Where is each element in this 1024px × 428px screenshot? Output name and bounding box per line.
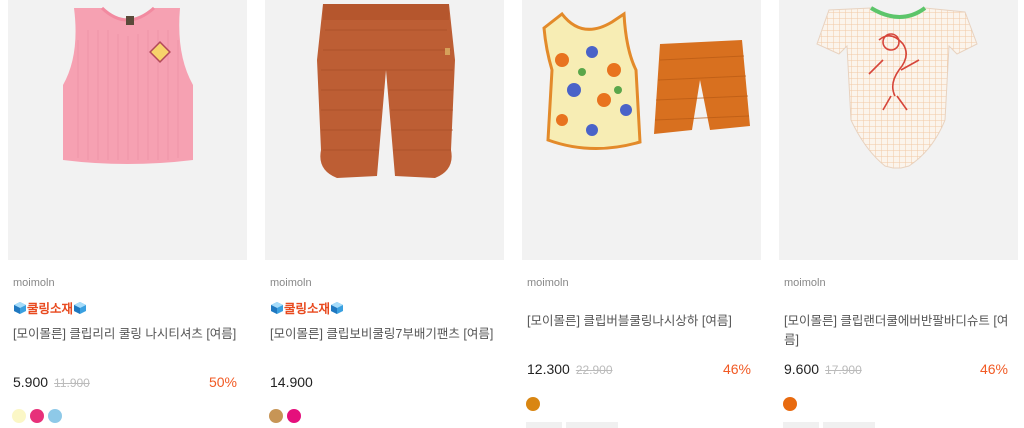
- color-swatch-tan[interactable]: [269, 409, 283, 423]
- cube-icon: [330, 301, 344, 318]
- product-image[interactable]: [8, 0, 247, 260]
- color-swatches: [783, 397, 797, 411]
- badge-label: 쿨링소재: [27, 302, 74, 316]
- patterned-top-and-shorts-set-image: [542, 11, 750, 150]
- price: 12.300 22.900: [527, 361, 613, 377]
- brown-jogger-pants-image: [317, 4, 455, 178]
- price: 5.900 11.900: [13, 374, 90, 390]
- color-swatch-orange[interactable]: [783, 397, 797, 411]
- cube-icon: [73, 301, 87, 318]
- color-swatches: [269, 409, 301, 423]
- extra-option-box: [566, 422, 618, 428]
- product-title[interactable]: [모이몰른] 클립버블쿨링나시상하 [여름]: [527, 312, 759, 331]
- brand-name: moimoln: [13, 277, 55, 289]
- product-image[interactable]: [265, 0, 504, 260]
- sale-price: 5.900: [13, 374, 49, 390]
- product-title[interactable]: [모이몰른] 클립리리 쿨링 나시티셔츠 [여름]: [13, 325, 245, 344]
- brand-name: moimoln: [784, 277, 826, 289]
- brand-name: moimoln: [527, 277, 569, 289]
- badge-label: 쿨링소재: [284, 302, 331, 316]
- price: 14.900: [270, 374, 313, 390]
- brand-name: moimoln: [270, 277, 312, 289]
- sale-price: 14.900: [270, 374, 313, 390]
- color-swatch-yellow[interactable]: [12, 409, 26, 423]
- product-title[interactable]: [모이몰른] 클립보비쿨링7부배기팬츠 [여름]: [270, 325, 502, 344]
- original-price: 11.900: [54, 376, 90, 390]
- color-swatch-blue[interactable]: [48, 409, 62, 423]
- discount-rate: 46%: [722, 361, 751, 377]
- cooling-material-badge: 쿨링소재: [270, 298, 344, 318]
- extra-option-box: [823, 422, 875, 428]
- pink-sleeveless-top-image: [63, 6, 193, 164]
- cube-icon: [270, 301, 284, 318]
- extra-option-box: [526, 422, 562, 428]
- color-swatches: [12, 409, 62, 423]
- discount-rate: 46%: [979, 361, 1008, 377]
- original-price: 22.900: [575, 363, 613, 377]
- color-swatch-pink[interactable]: [30, 409, 44, 423]
- cube-icon: [13, 301, 27, 318]
- product-title[interactable]: [모이몰른] 클립랜더쿨에버반팔바디슈트 [여름]: [784, 312, 1016, 350]
- original-price: 17.900: [825, 363, 862, 377]
- sale-price: 12.300: [527, 361, 570, 377]
- cooling-material-badge: 쿨링소재: [13, 298, 87, 318]
- product-image[interactable]: [522, 0, 761, 260]
- sale-price: 9.600: [784, 361, 820, 377]
- price: 9.600 17.900: [784, 361, 862, 377]
- checked-bodysuit-image: [816, 6, 978, 169]
- discount-rate: 50%: [208, 374, 237, 390]
- product-image[interactable]: [779, 0, 1018, 260]
- color-swatches: [526, 397, 540, 411]
- color-swatch-orange[interactable]: [526, 397, 540, 411]
- color-swatch-magenta[interactable]: [287, 409, 301, 423]
- extra-option-box: [783, 422, 819, 428]
